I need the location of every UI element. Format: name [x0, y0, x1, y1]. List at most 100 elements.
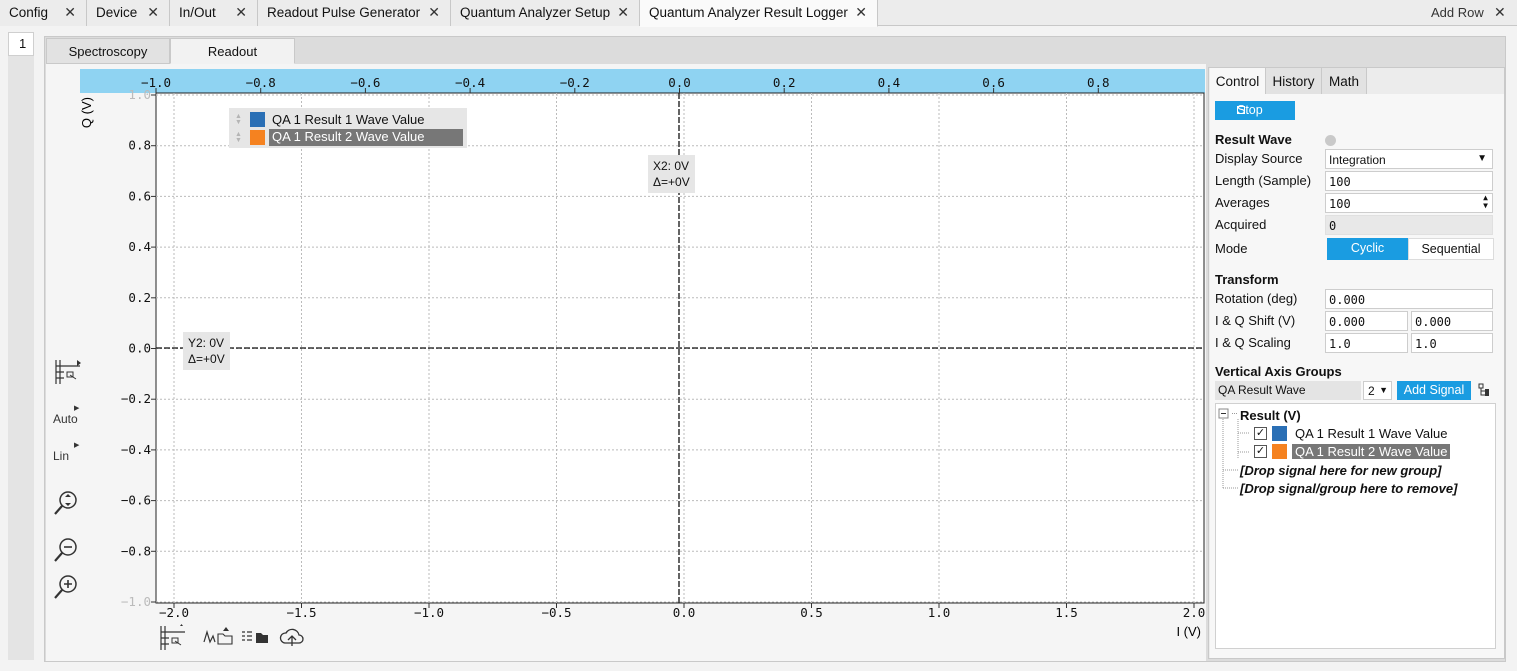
- checkbox[interactable]: ✓: [1254, 445, 1267, 458]
- drop-remove-target[interactable]: [Drop signal/group here to remove]: [1240, 481, 1457, 496]
- tab-readout-pulse-generator[interactable]: Readout Pulse Generator ✕: [258, 0, 451, 26]
- top-tick-label: 0.2: [773, 75, 796, 90]
- tree-group-label[interactable]: Result (V): [1240, 408, 1301, 423]
- tab-history[interactable]: History: [1266, 68, 1322, 95]
- tree-item-1[interactable]: QA 1 Result 1 Wave Value: [1295, 426, 1447, 441]
- legend-item-2[interactable]: QA 1 Result 2 Wave Value: [269, 129, 463, 146]
- tab-label: Quantum Analyzer Result Logger: [649, 5, 848, 20]
- close-icon[interactable]: ✕: [855, 4, 867, 21]
- cursor-x-readout[interactable]: X2: 0V Δ=+0V: [648, 155, 695, 193]
- scaling-label: I & Q Scaling: [1215, 335, 1291, 350]
- acquired-label: Acquired: [1215, 217, 1267, 232]
- subtab-readout[interactable]: Readout: [170, 38, 295, 64]
- plot-legend[interactable]: ▲ ▼ QA 1 Result 1 Wave Value ▲ ▼ QA 1 Resu…: [229, 108, 467, 148]
- close-icon[interactable]: ✕: [235, 4, 247, 21]
- close-icon[interactable]: ✕: [147, 4, 159, 21]
- tab-config[interactable]: Config ✕: [0, 0, 87, 26]
- vertical-axis-groups-title: Vertical Axis Groups: [1215, 364, 1342, 379]
- tab-control[interactable]: Control: [1210, 68, 1266, 95]
- signal-swatch: [1272, 426, 1287, 441]
- top-tick-label: −0.6: [350, 75, 380, 90]
- legend-swatch: [250, 112, 265, 127]
- close-icon[interactable]: ✕: [617, 4, 629, 21]
- add-signal-button[interactable]: Add Signal: [1397, 381, 1471, 400]
- tab-quantum-analyzer-result-logger[interactable]: Quantum Analyzer Result Logger ✕: [640, 0, 878, 27]
- tab-device[interactable]: Device ✕: [87, 0, 170, 26]
- display-source-label: Display Source: [1215, 151, 1303, 166]
- y-tick-label: −0.6: [121, 493, 151, 508]
- cloud-upload-icon[interactable]: [278, 626, 306, 648]
- close-icon[interactable]: ✕: [1494, 4, 1506, 21]
- y-tick-label: −0.4: [121, 442, 151, 457]
- x-tick-label: 1.5: [1055, 605, 1078, 620]
- length-label: Length (Sample): [1215, 173, 1312, 188]
- mode-label: Mode: [1215, 241, 1248, 256]
- row-number[interactable]: 1: [8, 32, 34, 56]
- cursor-y-readout[interactable]: Y2: 0V Δ=+0V: [183, 332, 230, 370]
- tab-quantum-analyzer-setup[interactable]: Quantum Analyzer Setup ✕: [451, 0, 640, 26]
- cursor-grid-icon[interactable]: [53, 358, 83, 386]
- reorder-up-icon[interactable]: ▲ ▼: [235, 113, 242, 126]
- zoom-in-icon[interactable]: [53, 574, 79, 600]
- signal-count-select[interactable]: 2 ▼: [1363, 381, 1392, 400]
- rotation-field[interactable]: 0.000: [1325, 289, 1493, 309]
- stepper-arrows-icon[interactable]: ▲ ▼: [1483, 194, 1488, 210]
- cursor-x-value: X2: 0V: [653, 159, 690, 173]
- shift-label: I & Q Shift (V): [1215, 313, 1296, 328]
- drop-new-group-target[interactable]: [Drop signal here for new group]: [1240, 463, 1442, 478]
- zoom-fit-icon[interactable]: [53, 490, 79, 516]
- save-data-icon[interactable]: [240, 628, 270, 646]
- transform-title: Transform: [1215, 272, 1279, 287]
- y-tick-label: 0.8: [128, 138, 151, 153]
- tree-view-icon[interactable]: [1477, 383, 1491, 397]
- row-gutter: [8, 36, 34, 660]
- x-tick-label: −1.0: [414, 605, 444, 620]
- tab-in-out[interactable]: In/Out ✕: [170, 0, 258, 26]
- top-tick-label: 0.8: [1087, 75, 1110, 90]
- scaling-q-field[interactable]: 1.0: [1411, 333, 1493, 353]
- y-tick-label: 0.6: [128, 188, 151, 203]
- display-source-value: Integration: [1329, 153, 1386, 167]
- tab-math[interactable]: Math: [1322, 68, 1367, 95]
- zoom-out-icon[interactable]: [53, 537, 79, 563]
- shift-i-field[interactable]: 0.000: [1325, 311, 1408, 331]
- mode-cyclic-button[interactable]: Cyclic: [1327, 238, 1408, 260]
- checkbox[interactable]: ✓: [1254, 427, 1267, 440]
- averages-label: Averages: [1215, 195, 1270, 210]
- acquired-value: 0: [1325, 215, 1493, 235]
- cursor-y-delta: Δ=+0V: [188, 352, 225, 366]
- bottom-axis-ticks: −2.0 −1.5 −1.0 −0.5 0.0 0.5 1.0 1.5 2.0: [159, 603, 1205, 620]
- close-icon[interactable]: ✕: [64, 4, 76, 21]
- y-axis-label: Q (V): [79, 97, 94, 128]
- mode-sequential-button[interactable]: Sequential: [1408, 238, 1494, 260]
- load-waveform-icon[interactable]: [202, 626, 234, 646]
- averages-stepper[interactable]: 100 ▲ ▼: [1325, 193, 1493, 213]
- scaling-i-field[interactable]: 1.0: [1325, 333, 1408, 353]
- tab-label: Config: [9, 5, 49, 20]
- tree-item-2[interactable]: QA 1 Result 2 Wave Value: [1292, 444, 1451, 459]
- cursor-x-delta: Δ=+0V: [653, 175, 690, 189]
- reorder-down-icon[interactable]: ▲ ▼: [235, 131, 242, 144]
- top-tick-label: 0.4: [878, 75, 901, 90]
- x-tick-label: −1.5: [286, 605, 316, 620]
- legend-item-1[interactable]: QA 1 Result 1 Wave Value: [272, 112, 424, 127]
- dropdown-arrow-icon: ▶: [74, 442, 80, 449]
- signal-source-select[interactable]: QA Result Wave: [1215, 381, 1361, 400]
- cursor-grid-icon[interactable]: [158, 624, 188, 652]
- shift-q-field[interactable]: 0.000: [1411, 311, 1493, 331]
- display-source-select[interactable]: Integration ▼: [1325, 149, 1493, 169]
- x-tick-label: 2.0: [1183, 605, 1206, 620]
- add-row-button[interactable]: Add Row: [1431, 5, 1484, 20]
- top-tick-label: −0.4: [455, 75, 485, 90]
- tab-label: Readout Pulse Generator: [267, 5, 421, 20]
- x-axis-label: I (V): [1176, 624, 1201, 639]
- length-field[interactable]: 100: [1325, 171, 1493, 191]
- y-tick-label: −1.0: [121, 594, 151, 609]
- subtab-spectroscopy[interactable]: Spectroscopy: [46, 38, 170, 64]
- tab-label: Quantum Analyzer Setup: [460, 5, 611, 20]
- close-icon[interactable]: ✕: [428, 4, 440, 21]
- stop-button[interactable]: Stop: [1215, 101, 1295, 120]
- auto-scale-button[interactable]: Auto: [53, 412, 78, 426]
- lin-scale-button[interactable]: Lin: [53, 449, 69, 463]
- x-tick-label: −0.5: [541, 605, 571, 620]
